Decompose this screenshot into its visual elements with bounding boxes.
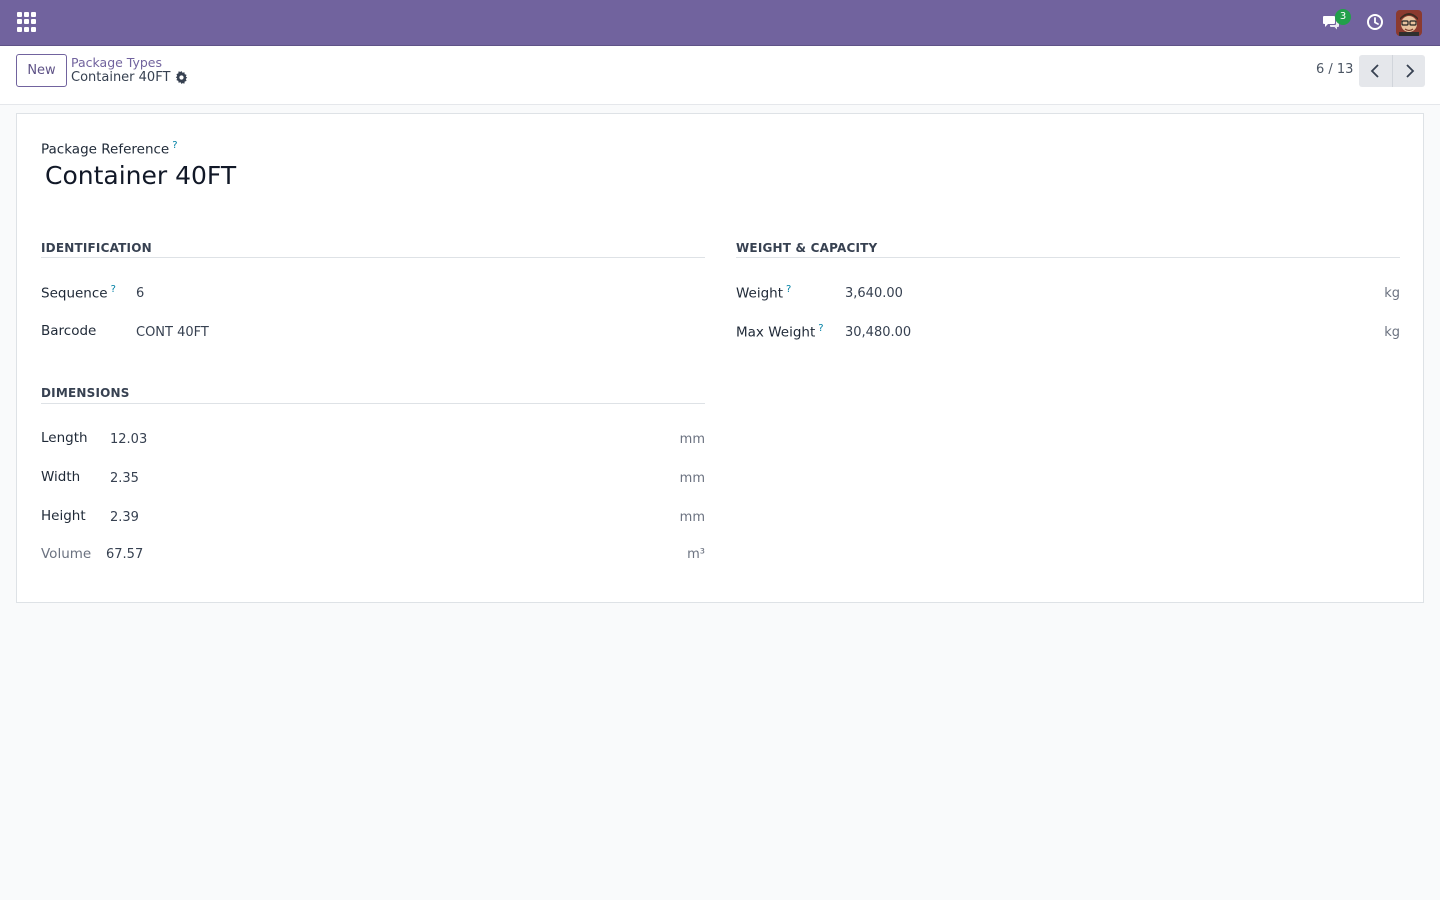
length-unit: mm bbox=[679, 432, 705, 447]
volume-value: 67.57 bbox=[106, 547, 144, 562]
height-unit: mm bbox=[679, 510, 705, 525]
clock-icon[interactable] bbox=[1366, 13, 1384, 31]
identification-divider bbox=[41, 257, 705, 258]
sequence-input[interactable]: 6 bbox=[136, 286, 144, 301]
barcode-input[interactable]: CONT 40FT bbox=[136, 325, 209, 340]
pager-previous-button[interactable] bbox=[1359, 55, 1392, 87]
help-tooltip-icon[interactable]: ? bbox=[786, 284, 791, 295]
new-button[interactable]: New bbox=[16, 54, 67, 87]
apps-menu-icon[interactable] bbox=[17, 12, 37, 32]
height-input[interactable]: 2.39 bbox=[110, 510, 139, 525]
volume-label: Volume bbox=[41, 546, 92, 562]
user-avatar[interactable] bbox=[1396, 10, 1422, 36]
chevron-left-icon bbox=[1370, 64, 1379, 78]
length-label: Length bbox=[41, 430, 88, 446]
dimensions-group-title: DIMENSIONS bbox=[41, 386, 130, 400]
weight-label: Weight? bbox=[736, 284, 792, 302]
max-weight-unit: kg bbox=[1384, 325, 1400, 340]
width-unit: mm bbox=[679, 471, 705, 486]
weight-unit: kg bbox=[1384, 286, 1400, 301]
weight-input[interactable]: 3,640.00 bbox=[845, 286, 903, 301]
breadcrumb-current-record: Container 40FT bbox=[71, 70, 171, 85]
pager-value[interactable]: 6 / 13 bbox=[1316, 62, 1353, 77]
weight-capacity-group-title: WEIGHT & CAPACITY bbox=[736, 241, 878, 255]
breadcrumb-package-types[interactable]: Package Types bbox=[71, 55, 162, 70]
gear-icon[interactable] bbox=[175, 71, 188, 84]
help-tooltip-icon[interactable]: ? bbox=[111, 284, 116, 295]
width-label: Width bbox=[41, 469, 81, 485]
messages-badge: 3 bbox=[1335, 9, 1351, 25]
barcode-label: Barcode bbox=[41, 323, 97, 339]
weight-capacity-divider bbox=[736, 257, 1400, 258]
height-label: Height bbox=[41, 508, 86, 524]
top-navbar: 3 bbox=[0, 0, 1440, 46]
package-reference-input[interactable]: Container 40FT bbox=[45, 161, 236, 190]
help-tooltip-icon[interactable]: ? bbox=[818, 323, 823, 334]
chevron-right-icon bbox=[1406, 64, 1415, 78]
max-weight-input[interactable]: 30,480.00 bbox=[845, 325, 911, 340]
max-weight-label: Max Weight? bbox=[736, 323, 824, 341]
package-reference-label: Package Reference? bbox=[41, 140, 178, 158]
sequence-label: Sequence? bbox=[41, 284, 116, 302]
form-sheet: Package Reference? Container 40FT IDENTI… bbox=[16, 113, 1424, 603]
control-panel: New Package Types Container 40FT 6 / 13 bbox=[0, 46, 1440, 105]
width-input[interactable]: 2.35 bbox=[110, 471, 139, 486]
identification-group-title: IDENTIFICATION bbox=[41, 241, 152, 255]
volume-unit: m³ bbox=[687, 547, 705, 562]
dimensions-divider bbox=[41, 403, 705, 404]
length-input[interactable]: 12.03 bbox=[110, 432, 147, 447]
pager-next-button[interactable] bbox=[1392, 55, 1425, 87]
help-tooltip-icon[interactable]: ? bbox=[172, 140, 177, 151]
